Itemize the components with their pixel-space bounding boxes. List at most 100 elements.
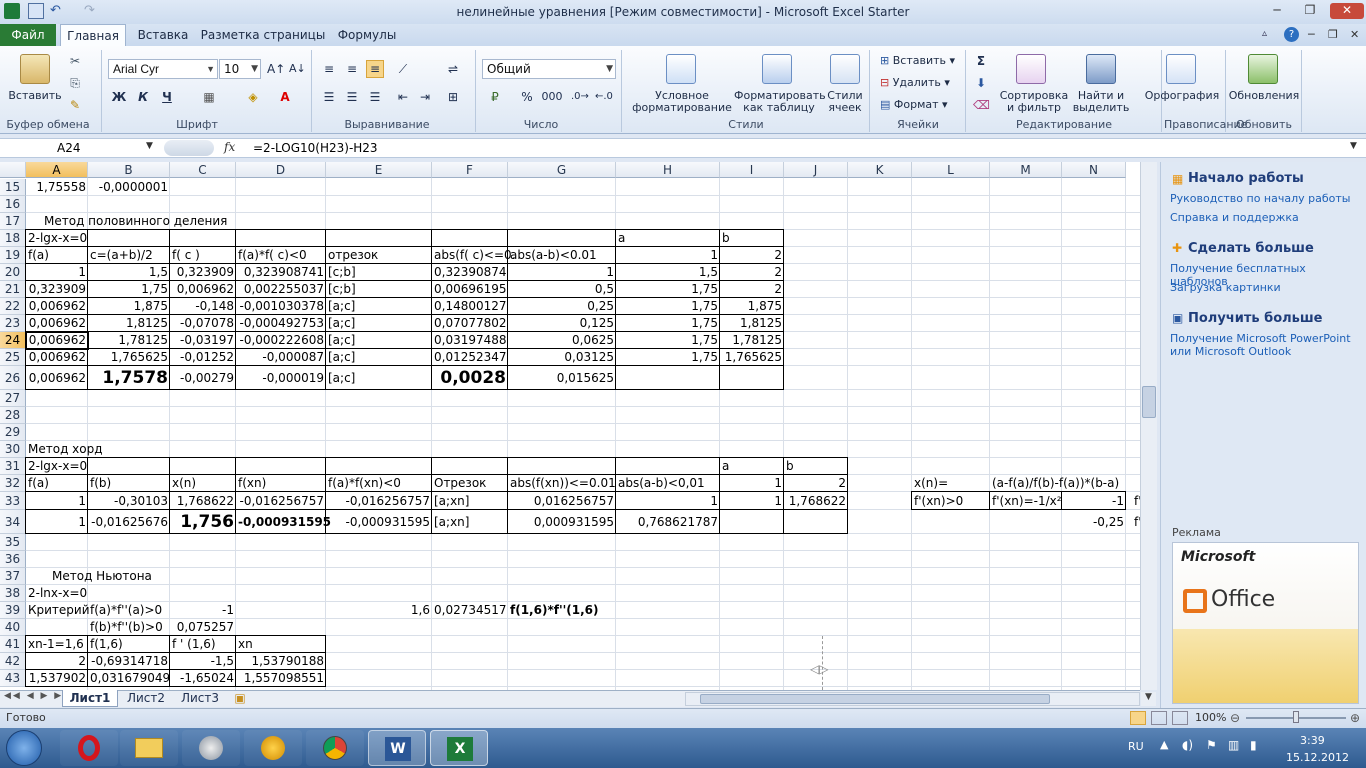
cell-H33[interactable]: 1 (616, 492, 720, 510)
cell-A32[interactable]: f(a) (26, 475, 51, 492)
row-header-21[interactable]: 21 (0, 281, 26, 298)
row-header-35[interactable]: 35 (0, 534, 26, 551)
italic-button[interactable]: К (134, 88, 152, 106)
cell-G20[interactable]: 1 (508, 264, 616, 281)
row-header-36[interactable]: 36 (0, 551, 26, 568)
taskbar-word[interactable]: W (368, 730, 426, 766)
cell-C20[interactable]: 0,323909 (170, 264, 236, 281)
cell-I21[interactable]: 2 (720, 281, 784, 298)
cell-B41[interactable]: f(1,6) (88, 636, 125, 653)
cell-B23[interactable]: 1,8125 (88, 315, 170, 332)
row-header-34[interactable]: 34 (0, 510, 26, 534)
row-header-27[interactable]: 27 (0, 390, 26, 407)
cell-B25[interactable]: 1,765625 (88, 349, 170, 366)
minimize-button[interactable]: ─ (1266, 3, 1288, 19)
cell-B43[interactable]: 0,031679049 (88, 670, 170, 687)
cell-E24[interactable]: [a;c] (326, 332, 357, 349)
cell-F21[interactable]: 0,00696195 (432, 281, 508, 298)
cell-B19[interactable]: c=(a+b)/2 (88, 247, 155, 264)
delete-cells-button[interactable]: ⊟ Удалить ▾ (880, 76, 950, 89)
cell-I33[interactable]: 1 (720, 492, 784, 510)
row-header-42[interactable]: 42 (0, 653, 26, 670)
align-middle-icon[interactable]: ≡ (343, 60, 361, 78)
cell-I25[interactable]: 1,765625 (720, 349, 784, 366)
cell-E25[interactable]: [a;c] (326, 349, 357, 366)
col-header-A[interactable]: A (26, 162, 88, 178)
row-header-18[interactable]: 18 (0, 230, 26, 247)
cell-C43[interactable]: -1,65024 (170, 670, 236, 687)
cell-G32[interactable]: abs(f(xn))<=0.01 (508, 475, 618, 492)
cell-B40[interactable]: f(b)*f''(b)>0 (88, 619, 165, 636)
cell-D24[interactable]: -0,000222608 (236, 332, 326, 349)
cell-A15[interactable]: 1,75558 (26, 179, 88, 196)
cell-I22[interactable]: 1,875 (720, 298, 784, 315)
network-icon[interactable]: ▥ (1228, 738, 1239, 752)
vertical-scrollbar[interactable] (1140, 162, 1157, 690)
row-header-32[interactable]: 32 (0, 475, 26, 492)
shrink-font-icon[interactable]: A↓ (288, 60, 306, 78)
updates-button[interactable]: Обновления (1228, 90, 1300, 102)
row-header-26[interactable]: 26 (0, 366, 26, 390)
cell-F25[interactable]: 0,01252347 (432, 349, 508, 366)
cell-E19[interactable]: отрезок (326, 247, 380, 264)
cell-I23[interactable]: 1,8125 (720, 315, 784, 332)
cell-E21[interactable]: [c;b] (326, 281, 358, 298)
cell-A30[interactable]: Метод хорд (26, 441, 105, 458)
cell-A31[interactable]: 2-lgx-x=0 (26, 458, 89, 475)
tray-arrow-icon[interactable]: ▲ (1160, 738, 1168, 751)
help-icon[interactable]: ? (1284, 27, 1299, 42)
cell-C33[interactable]: 1,768622 (170, 492, 236, 510)
taskbar-media[interactable] (182, 730, 240, 766)
cell-C40[interactable]: 0,075257 (170, 619, 236, 636)
cell-G39[interactable]: f(1,6)*f''(1,6) (508, 602, 601, 619)
font-name-combo[interactable]: Arial Cyr ▼ (108, 59, 218, 79)
row-header-15[interactable]: 15 (0, 179, 26, 196)
cell-H34[interactable]: 0,768621787 (616, 510, 720, 534)
find-select-icon[interactable] (1086, 54, 1116, 84)
insert-cells-button[interactable]: ⊞ Вставить ▾ (880, 54, 955, 67)
find-line2[interactable]: выделить (1068, 102, 1134, 114)
cell-G22[interactable]: 0,25 (508, 298, 616, 315)
tab-insert[interactable]: Вставка (132, 24, 194, 46)
row-header-29[interactable]: 29 (0, 424, 26, 441)
taskbar-aimp[interactable] (244, 730, 302, 766)
fill-color-icon[interactable]: ◈ (244, 88, 262, 106)
cell-F20[interactable]: 0,32390874 (432, 264, 508, 281)
row-header-33[interactable]: 33 (0, 492, 26, 510)
grow-font-icon[interactable]: A↑ (266, 60, 285, 78)
zoom-level[interactable]: 100% (1195, 711, 1226, 724)
close-button[interactable]: ✕ (1330, 3, 1364, 19)
cell-I18[interactable]: b (720, 230, 732, 247)
orientation-icon[interactable]: ⟋ (394, 60, 412, 78)
fill-icon[interactable]: ⬇ (972, 74, 990, 92)
row-header-30[interactable]: 30 (0, 441, 26, 458)
clear-icon[interactable]: ⌫ (972, 96, 990, 114)
cell-A23[interactable]: 0,006962 (26, 315, 88, 332)
cell-C21[interactable]: 0,006962 (170, 281, 236, 298)
cell-D22[interactable]: -0,001030378 (236, 298, 326, 315)
cell-I24[interactable]: 1,78125 (720, 332, 784, 349)
merge-center-icon[interactable]: ⊞ (444, 88, 462, 106)
cell-H20[interactable]: 1,5 (616, 264, 720, 281)
doc-minimize-button[interactable]: ─ (1308, 28, 1315, 41)
cell-B34[interactable]: -0,01625676 (88, 510, 170, 534)
name-box[interactable]: A24 (2, 139, 158, 157)
cell-B15[interactable]: -0,0000001 (88, 179, 170, 196)
row-header-28[interactable]: 28 (0, 407, 26, 424)
cell-A18[interactable]: 2-lgx-x=0 (26, 230, 89, 247)
cell-F26[interactable]: 0,0028 (432, 366, 508, 390)
cell-B20[interactable]: 1,5 (88, 264, 170, 281)
cell-H24[interactable]: 1,75 (616, 332, 720, 349)
language-indicator[interactable]: RU (1128, 740, 1144, 753)
col-header-D[interactable]: D (236, 162, 326, 178)
paste-button[interactable]: Вставить (4, 90, 66, 102)
spelling-button[interactable]: Орфография (1144, 90, 1220, 102)
align-top-icon[interactable]: ≡ (320, 60, 338, 78)
cell-D21[interactable]: 0,002255037 (236, 281, 326, 298)
fx-icon[interactable]: fx (224, 140, 235, 154)
sort-line2[interactable]: и фильтр (998, 102, 1070, 114)
zoom-in-icon[interactable]: ⊕ (1350, 711, 1360, 725)
bold-button[interactable]: Ж (110, 88, 128, 106)
sheet-tab-2[interactable]: Лист2 (120, 690, 172, 707)
row-header-40[interactable]: 40 (0, 619, 26, 636)
